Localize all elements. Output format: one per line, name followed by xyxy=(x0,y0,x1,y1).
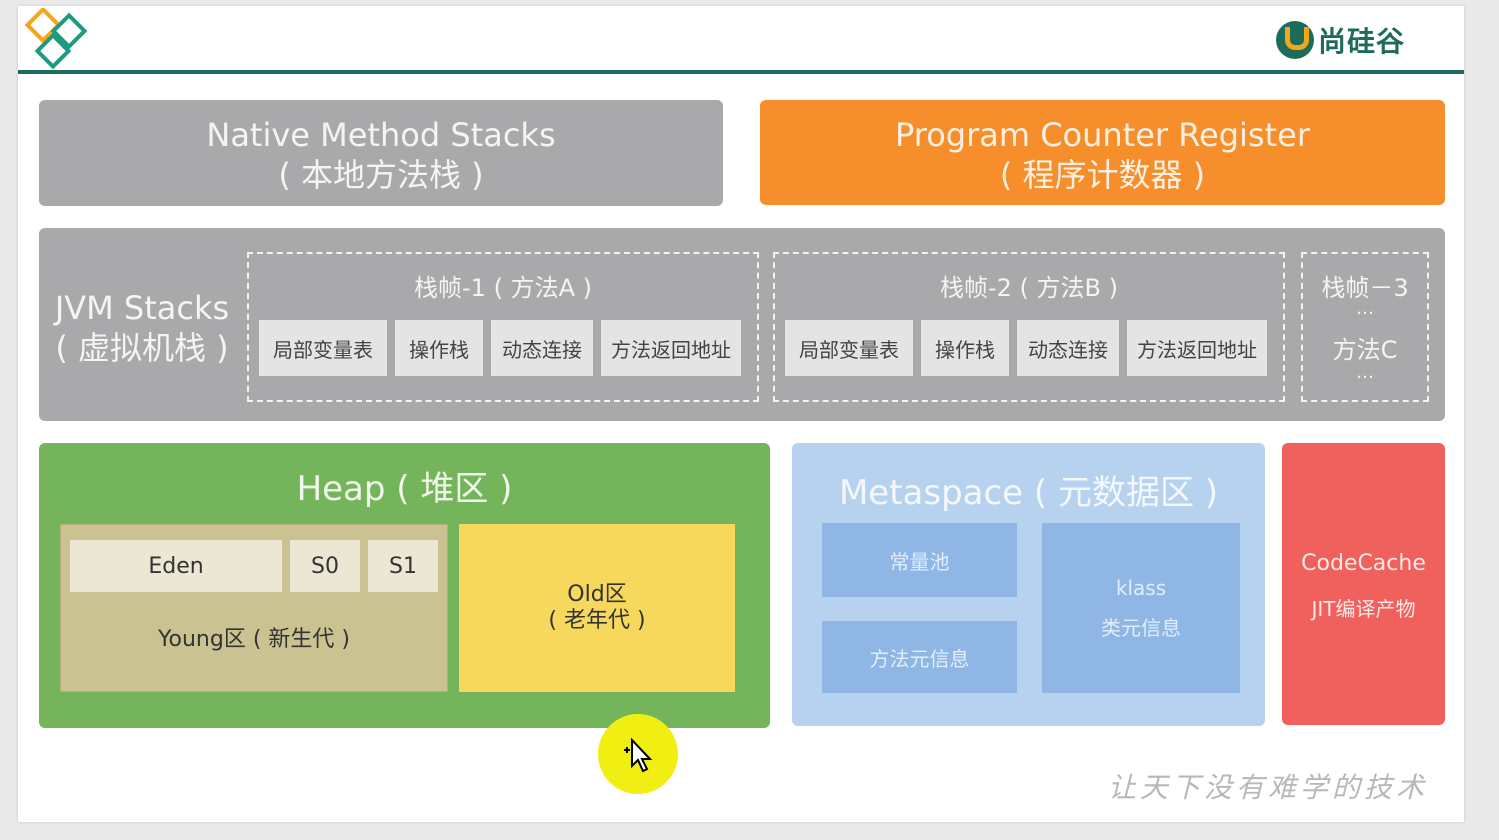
young-generation: Eden S0 S1 Young区 ( 新生代 ) xyxy=(60,524,448,692)
brand-u-icon xyxy=(1276,21,1314,59)
frame-1-return-address: 方法返回地址 xyxy=(601,320,741,376)
stack-frame-1-title: 栈帧-1 ( 方法A ) xyxy=(414,274,592,302)
metaspace-title: Metaspace ( 元数据区 ) xyxy=(838,473,1219,513)
stack-frame-2: 栈帧-2 ( 方法B ) 局部变量表 操作栈 动态连接 方法返回地址 xyxy=(773,252,1285,402)
jvm-stacks-box: JVM Stacks ( 虚拟机栈 ) 栈帧-1 ( 方法A ) 局部变量表 操… xyxy=(39,228,1445,421)
class-metadata-label: 类元信息 xyxy=(1101,616,1181,640)
code-cache-box: CodeCache JIT编译产物 xyxy=(1282,443,1445,725)
young-generation-label: Young区 ( 新生代 ) xyxy=(158,627,350,652)
stack-frame-3-ellipsis-top: … xyxy=(1356,298,1374,319)
constant-pool: 常量池 xyxy=(822,523,1017,597)
jvm-stacks-title: JVM Stacks xyxy=(54,289,230,327)
brand-motto: 让天下没有难学的技术 xyxy=(1108,771,1429,804)
frame-2-return-address: 方法返回地址 xyxy=(1127,320,1267,376)
klass-metadata: klass 类元信息 xyxy=(1042,523,1240,693)
program-counter-title: Program Counter Register xyxy=(895,116,1310,154)
method-metadata: 方法元信息 xyxy=(822,621,1017,693)
code-cache-title: CodeCache xyxy=(1301,551,1426,576)
native-method-stacks-title: Native Method Stacks xyxy=(206,116,556,154)
stack-frame-3-method: 方法C xyxy=(1332,336,1398,364)
stack-frame-3-ellipsis-bottom: … xyxy=(1356,362,1374,383)
brand-name: 尚硅谷 xyxy=(1318,25,1406,58)
heap-title: Heap ( 堆区 ) xyxy=(296,469,513,509)
brand-logo: 尚硅谷 xyxy=(1276,18,1405,62)
frame-1-operand-stack: 操作栈 xyxy=(395,320,483,376)
code-cache-subtitle: JIT编译产物 xyxy=(1311,597,1416,621)
eden-space: Eden xyxy=(70,540,282,592)
diamond-logo-icon xyxy=(24,8,88,70)
frame-2-operand-stack: 操作栈 xyxy=(921,320,1009,376)
jvm-stacks-subtitle: ( 虚拟机栈 ) xyxy=(55,329,229,367)
jvm-stacks-label: JVM Stacks ( 虚拟机栈 ) xyxy=(39,288,245,368)
frame-2-local-variables: 局部变量表 xyxy=(785,320,913,376)
metaspace-box: Metaspace ( 元数据区 ) 常量池 方法元信息 klass 类元信息 xyxy=(792,443,1265,726)
old-generation-label: Old区 ( 老年代 ) xyxy=(459,582,735,634)
frame-2-dynamic-linking: 动态连接 xyxy=(1017,320,1119,376)
frame-1-local-variables: 局部变量表 xyxy=(259,320,387,376)
heap-box: Heap ( 堆区 ) Eden S0 S1 Young区 ( 新生代 ) Ol… xyxy=(39,443,770,728)
program-counter-subtitle: ( 程序计数器 ) xyxy=(999,156,1206,194)
stack-frame-1: 栈帧-1 ( 方法A ) 局部变量表 操作栈 动态连接 方法返回地址 xyxy=(247,252,759,402)
old-generation-title: Old区 xyxy=(567,582,627,607)
stack-frame-3: 栈帧－3 … 方法C … xyxy=(1301,252,1429,402)
native-method-stacks-subtitle: ( 本地方法栈 ) xyxy=(278,156,484,194)
survivor-s1: S1 xyxy=(368,540,438,592)
stack-frame-2-title: 栈帧-2 ( 方法B ) xyxy=(939,274,1118,302)
survivor-s0: S0 xyxy=(290,540,360,592)
move-cursor-icon xyxy=(598,714,678,794)
frame-1-dynamic-linking: 动态连接 xyxy=(491,320,593,376)
program-counter-box: Program Counter Register ( 程序计数器 ) xyxy=(760,100,1445,205)
old-generation: Old区 ( 老年代 ) xyxy=(459,524,735,692)
klass-label: klass xyxy=(1115,576,1167,600)
native-method-stacks-box: Native Method Stacks ( 本地方法栈 ) xyxy=(39,100,723,206)
header-divider xyxy=(18,70,1464,74)
old-generation-subtitle: ( 老年代 ) xyxy=(548,608,646,633)
